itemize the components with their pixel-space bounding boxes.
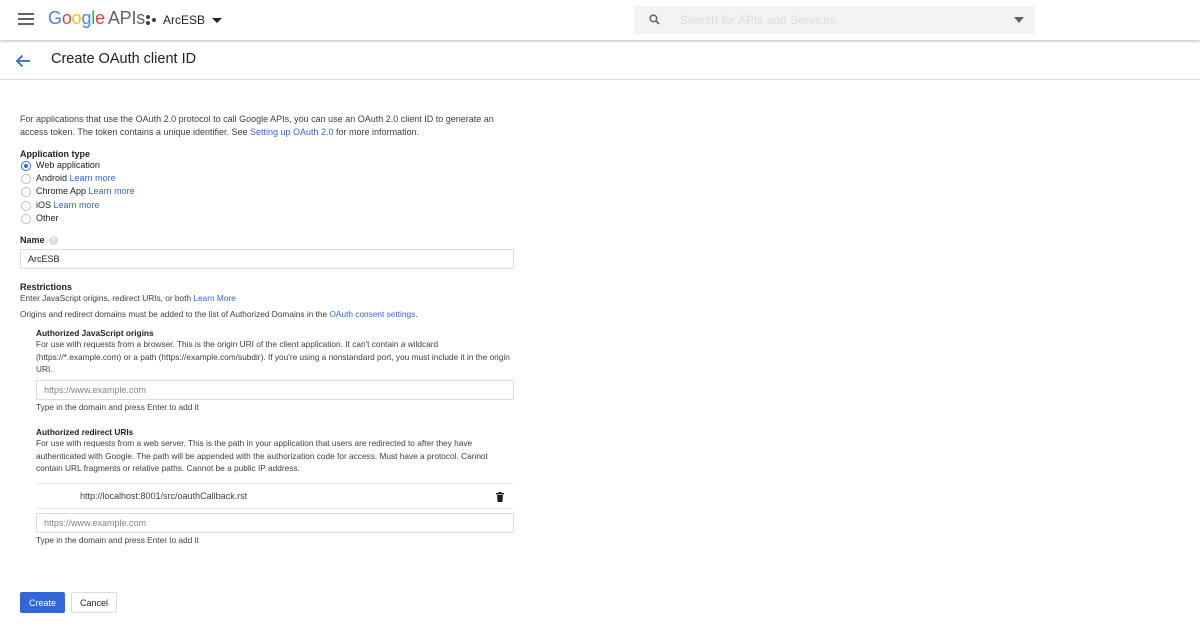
redirect-uri-value: http://localhost:8001/src/oauthCallback.…: [80, 490, 248, 501]
radio-label: iOS: [36, 199, 52, 210]
radio-chrome-app[interactable]: Chrome App Learn more: [20, 185, 520, 198]
name-input[interactable]: [20, 249, 514, 270]
top-app-bar: Google APIs ArcESB: [0, 0, 1200, 40]
search-bar[interactable]: [634, 6, 1035, 34]
radio-other[interactable]: Other: [20, 212, 520, 225]
radio-label: Chrome App: [36, 186, 87, 197]
radio-button[interactable]: [21, 213, 31, 224]
page-header: Create OAuth client ID: [0, 40, 1200, 80]
redirect-uris-description: For use with requests from a web server.…: [36, 438, 488, 474]
js-origins-label: Authorized JavaScript origins: [36, 328, 154, 339]
application-type-label: Application type: [20, 149, 91, 159]
js-origins-description: For use with requests from a browser. Th…: [36, 339, 510, 375]
back-arrow-icon[interactable]: [14, 52, 32, 70]
redirect-uris-section: Authorized redirect URIs For use with re…: [36, 427, 514, 546]
radio-button[interactable]: [21, 174, 31, 185]
help-icon[interactable]: ?: [48, 236, 58, 246]
setting-up-oauth-link[interactable]: Setting up OAuth 2.0: [250, 127, 334, 137]
logo-suffix: APIs: [107, 8, 146, 28]
name-label: Name?: [20, 234, 520, 246]
restrictions-line-1-text: Enter JavaScript origins, redirect URIs,…: [20, 293, 194, 304]
create-button[interactable]: Create: [20, 592, 66, 613]
radio-button[interactable]: [21, 187, 31, 198]
project-selector[interactable]: ArcESB: [146, 11, 223, 29]
project-name: ArcESB: [163, 13, 206, 27]
js-origins-hint: Type in the domain and press Enter to ad…: [36, 401, 199, 412]
search-input[interactable]: [678, 10, 998, 30]
intro-text: For applications that use the OAuth 2.0 …: [20, 113, 520, 139]
hamburger-menu-icon[interactable]: [18, 13, 34, 27]
logo-text: Google: [48, 8, 105, 28]
restrictions-line-2-text: Origins and redirect domains must be add…: [20, 308, 330, 319]
restrictions-learn-more-link[interactable]: Learn More: [193, 293, 235, 303]
search-dropdown-icon[interactable]: [1014, 17, 1024, 23]
oauth-client-form: For applications that use the OAuth 2.0 …: [20, 113, 520, 546]
chevron-down-icon: [212, 17, 223, 23]
redirect-uris-label: Authorized redirect URIs: [36, 427, 134, 438]
ios-learn-more-link[interactable]: Learn more: [54, 200, 100, 210]
radio-ios[interactable]: iOS Learn more: [20, 199, 520, 212]
search-icon: [649, 14, 660, 25]
restrictions-line-2-end: .: [415, 308, 418, 319]
radio-label: Web application: [36, 160, 100, 170]
cancel-button[interactable]: Cancel: [71, 592, 118, 613]
name-label-text: Name: [20, 234, 45, 245]
radio-web-application[interactable]: Web application: [20, 159, 520, 172]
radio-android[interactable]: Android Learn more: [20, 172, 520, 185]
trash-icon[interactable]: [496, 491, 504, 502]
redirect-uris-input[interactable]: [36, 512, 514, 533]
js-origins-section: Authorized JavaScript origins For use wi…: [36, 328, 514, 413]
radio-button[interactable]: [21, 200, 31, 211]
intro-text-end: for more information.: [333, 127, 420, 137]
js-origins-input[interactable]: [36, 379, 514, 400]
google-apis-logo[interactable]: Google APIs: [48, 8, 145, 29]
chrome-app-learn-more-link[interactable]: Learn more: [89, 186, 135, 196]
android-learn-more-link[interactable]: Learn more: [70, 173, 116, 183]
redirect-uri-entry: http://localhost:8001/src/oauthCallback.…: [36, 482, 514, 509]
radio-label: Android: [36, 173, 68, 184]
form-actions: Create Cancel: [20, 592, 118, 613]
restrictions-line-2: Origins and redirect domains must be add…: [20, 308, 520, 321]
page-title: Create OAuth client ID: [51, 51, 197, 67]
oauth-consent-settings-link[interactable]: OAuth consent settings: [329, 309, 415, 319]
redirect-uris-hint: Type in the domain and press Enter to ad…: [36, 534, 199, 545]
project-dots-icon: [146, 14, 158, 26]
application-type-radio-group: Web application Android Learn more Chrom…: [20, 159, 520, 225]
restrictions-line-1: Enter JavaScript origins, redirect URIs,…: [20, 292, 520, 305]
radio-label: Other: [36, 212, 59, 223]
radio-button-checked[interactable]: [21, 161, 31, 171]
restrictions-label: Restrictions: [20, 282, 73, 293]
